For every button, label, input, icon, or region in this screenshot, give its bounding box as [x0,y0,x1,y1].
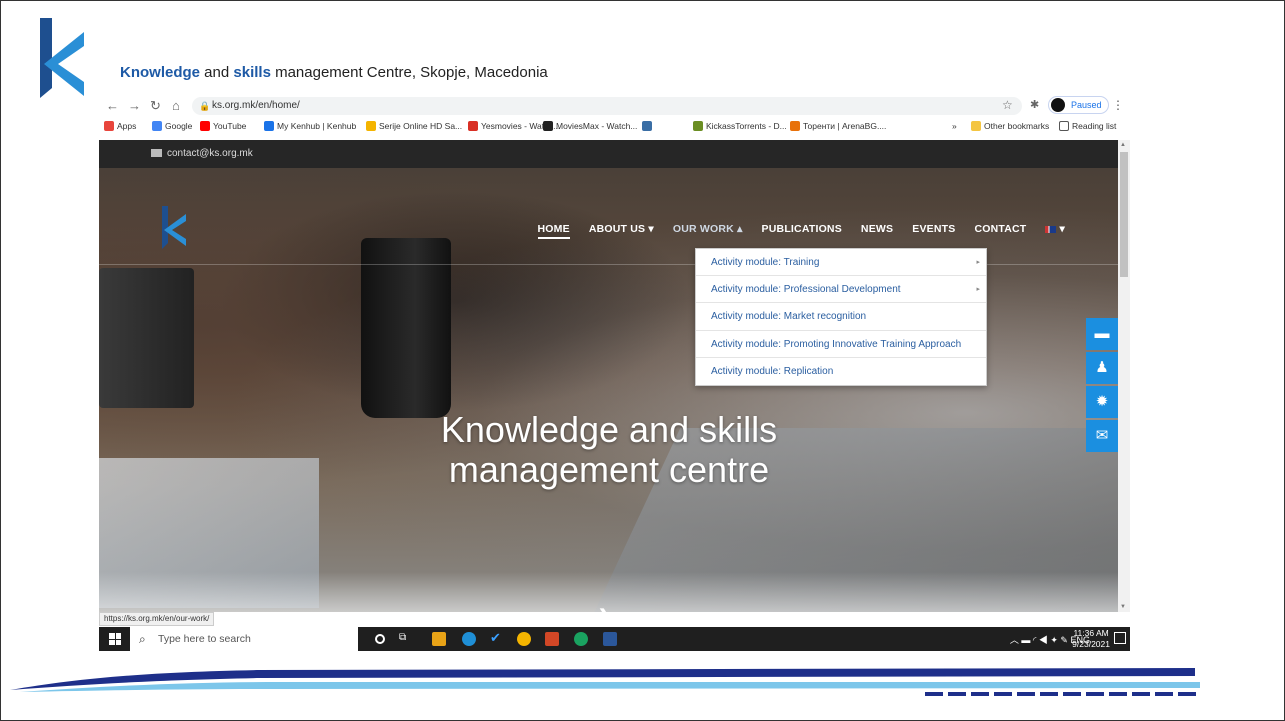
cortana-icon[interactable] [375,634,385,644]
submenu-arrow-icon: ▸ [976,286,980,294]
address-bar[interactable]: 🔒 ks.org.mk/en/home/ [192,97,1022,115]
bookmark-favicon-icon [104,121,114,131]
chrome-icon[interactable] [517,632,531,646]
website-viewport: contact@ks.org.mk HOME ABOUT US ▾ OUR WORK… [99,140,1118,612]
scrollbar-thumb[interactable] [1120,152,1128,277]
reader-icon[interactable]: ♟ [1086,352,1118,384]
page-scrollbar[interactable]: ▲ ▼ [1118,140,1130,612]
contact-topbar: contact@ks.org.mk [99,140,1118,168]
bookmark-item[interactable]: MoviesMax - Watch... [543,121,637,131]
file-explorer-icon[interactable] [432,632,446,646]
folder-icon [971,121,981,131]
submenu-arrow-icon: ▸ [976,259,980,266]
bookmark-favicon-icon [366,121,376,131]
decorative-swoosh [10,668,1200,696]
bookmark-favicon-icon [790,121,800,131]
dropdown-item[interactable]: Activity module: Promoting Innovative Tr… [696,331,986,358]
dropdown-item[interactable]: Activity module: Professional Developmen… [696,276,986,304]
language-flag-icon[interactable]: ▾ [1045,223,1065,239]
dropdown-item[interactable]: Activity module: Market recognition [696,303,986,331]
envelope-icon [151,149,162,157]
menu-item[interactable]: EVENTS [912,223,955,239]
menu-icon[interactable]: ⋮ [1112,98,1124,112]
contact-email[interactable]: contact@ks.org.mk [167,148,253,159]
back-icon[interactable]: ← [106,98,119,113]
bookmark-item[interactable]: Торенти | ArenaBG.... [790,121,886,131]
link-status-url: https://ks.org.mk/en/our-work/ [99,612,215,626]
bookmark-favicon-icon [468,121,478,131]
side-quick-links: ▬ ♟ ✹ ✉ [1086,318,1118,454]
bookmarks-bar: Apps Google YouTube My Kenhub | Kenhub Serij… [104,120,1134,136]
word-icon[interactable] [603,632,617,646]
scroll-down-arrow-icon[interactable]: ▼ [1120,604,1126,610]
menu-item[interactable]: NEWS [861,223,893,239]
hero-banner: HOME ABOUT US ▾ OUR WORK ▴ PUBLICATIONS NEWS… [99,168,1118,612]
clock[interactable]: 11:36 AM 9/23/2021 [1072,628,1110,650]
mail-icon[interactable]: ✉ [1086,420,1118,452]
reading-list-button[interactable]: Reading list [1059,121,1116,131]
scroll-up-arrow-icon[interactable]: ▲ [1120,142,1126,148]
menu-item[interactable]: ABOUT US ▾ [589,223,654,239]
dropdown-item[interactable]: Activity module: Replication [696,358,986,385]
windows-start-icon[interactable] [109,633,121,645]
scroll-down-icon[interactable]: ❯ [597,606,612,612]
book-icon[interactable]: ▬ [1086,318,1118,350]
menu-item[interactable]: HOME [537,223,570,239]
lock-icon: 🔒 [199,101,211,111]
chrome-alt-icon[interactable] [574,632,588,646]
profile-button[interactable]: Paused [1048,96,1109,114]
browser-toolbar: ← → ↻ ⌂ 🔒 ks.org.mk/en/home/ ☆ ✱ Paused … [100,95,1130,117]
more-bookmarks-button[interactable]: » [952,121,957,131]
taskbar-search[interactable]: ⌕ Type here to search [130,627,358,651]
menu-item[interactable]: OUR WORK ▴ [673,223,743,239]
extensions-icon[interactable]: ✱ [1030,98,1039,111]
hero-title: Knowledge and skills management centre [440,409,778,490]
notification-icon[interactable] [1114,632,1126,644]
bookmark-item[interactable]: My Kenhub | Kenhub [264,121,356,131]
bookmark-item[interactable] [642,121,655,131]
menu-item[interactable]: PUBLICATIONS [762,223,842,239]
windows-taskbar: ⌕ Type here to search ⧉ ✔ ︿ ▬ ◜ ◀ ✦ ✎ EN… [99,627,1130,651]
forward-icon[interactable]: → [128,98,141,113]
search-icon: ⌕ [139,632,146,646]
reload-icon[interactable]: ↻ [150,98,161,114]
bookmark-favicon-icon [543,121,553,131]
bookmark-item[interactable]: YouTube [200,121,246,131]
bookmark-favicon-icon [264,121,274,131]
site-logo[interactable] [161,206,187,254]
gear-icon[interactable]: ✹ [1086,386,1118,418]
other-bookmarks-folder[interactable]: Other bookmarks [971,121,1049,131]
bookmark-item[interactable]: Google [152,121,192,131]
bookmark-favicon-icon [152,121,162,131]
avatar [1051,98,1065,112]
edge-icon[interactable] [462,632,476,646]
reading-list-icon [1059,121,1069,131]
bookmark-item[interactable]: KickassTorrents - D... [693,121,787,131]
our-work-dropdown: Activity module: Training ▸ Activity modul… [695,248,987,386]
main-menu: HOME ABOUT US ▾ OUR WORK ▴ PUBLICATIONS NEWS… [519,223,1065,239]
bookmark-favicon-icon [693,121,703,131]
menu-item[interactable]: CONTACT [974,223,1026,239]
task-view-icon[interactable]: ⧉ [399,632,413,646]
home-icon[interactable]: ⌂ [172,98,180,113]
slide-title: Knowledge and skills management Centre, … [120,64,548,81]
ks-logo [40,18,84,98]
todo-icon[interactable]: ✔ [490,630,504,645]
powerpoint-icon[interactable] [545,632,559,646]
bookmark-favicon-icon [200,121,210,131]
bookmark-favicon-icon [642,121,652,131]
bookmark-item[interactable]: Apps [104,121,136,131]
bookmark-star-icon[interactable]: ☆ [1002,98,1013,112]
dropdown-item[interactable]: Activity module: Training ▸ [696,249,986,277]
bookmark-item[interactable]: Serije Online HD Sa... [366,121,462,131]
